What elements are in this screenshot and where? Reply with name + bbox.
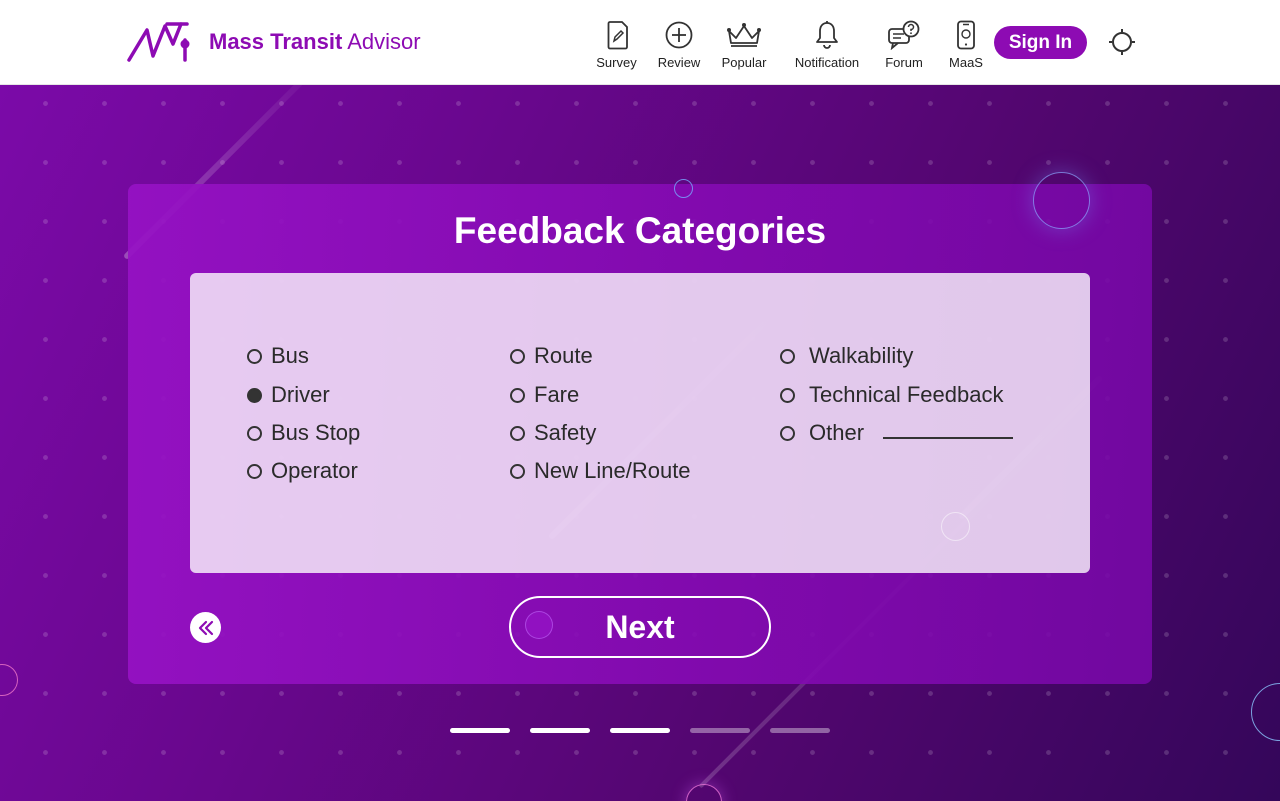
decorative-bubble (1033, 172, 1090, 229)
crown-icon (725, 18, 763, 52)
decorative-bubble (674, 179, 693, 198)
progress-step (450, 728, 510, 733)
nav-popular[interactable]: Popular (713, 18, 775, 70)
main-nav: Survey Review Popular Notification Forum (590, 18, 986, 70)
option-technical-feedback[interactable]: Technical Feedback (780, 382, 1003, 408)
nav-survey-label: Survey (596, 55, 637, 70)
progress-step (690, 728, 750, 733)
radio-technical-feedback[interactable] (780, 387, 795, 403)
option-label: Operator (271, 458, 358, 483)
radio-other[interactable] (780, 425, 795, 441)
radio-bus[interactable] (247, 348, 262, 364)
brand-name: Mass Transit (209, 29, 343, 54)
option-label: Technical Feedback (809, 382, 1004, 407)
brand-subtitle: Advisor (347, 29, 421, 54)
progress-step (530, 728, 590, 733)
option-route[interactable]: Route (510, 343, 593, 369)
radio-driver[interactable] (247, 387, 262, 403)
other-text-input[interactable] (883, 437, 1013, 439)
nav-survey[interactable]: Survey (590, 18, 643, 70)
radio-bus-stop[interactable] (247, 425, 262, 441)
progress-step (770, 728, 830, 733)
option-other[interactable]: Other (780, 420, 864, 446)
radio-walkability[interactable] (780, 348, 795, 364)
review-plus-icon (664, 18, 694, 52)
nav-forum[interactable]: Forum (879, 18, 929, 70)
nav-notification[interactable]: Notification (787, 18, 867, 70)
option-label: New Line/Route (534, 458, 691, 483)
top-header: Mass Transit Advisor Survey Review Popul… (0, 0, 1280, 85)
nav-forum-label: Forum (885, 55, 923, 70)
nav-maas-label: MaaS (949, 55, 983, 70)
option-label: Driver (271, 382, 330, 407)
option-label: Bus Stop (271, 420, 361, 445)
option-label: Other (809, 420, 865, 445)
decorative-bubble (941, 512, 970, 541)
decorative-bubble (525, 611, 553, 639)
nav-maas[interactable]: MaaS (946, 18, 986, 70)
step-progress (450, 728, 850, 733)
logo-icon (127, 22, 190, 62)
progress-step (610, 728, 670, 733)
double-chevron-left-icon (198, 620, 213, 635)
option-label: Fare (534, 382, 580, 407)
sun-icon[interactable] (1108, 28, 1136, 56)
nav-review[interactable]: Review (649, 18, 709, 70)
nav-popular-label: Popular (721, 55, 767, 70)
chat-question-icon (887, 18, 921, 52)
option-bus-stop[interactable]: Bus Stop (247, 420, 360, 446)
radio-operator[interactable] (247, 463, 262, 479)
option-label: Route (534, 343, 593, 368)
radio-fare[interactable] (510, 387, 525, 403)
feedback-card: Feedback Categories Bus Driver Bus Stop … (128, 184, 1152, 684)
radio-safety[interactable] (510, 425, 525, 441)
back-button[interactable] (190, 612, 221, 643)
option-new-line-route[interactable]: New Line/Route (510, 458, 691, 484)
feedback-title: Feedback Categories (453, 210, 827, 251)
logo-text: Mass Transit Advisor (209, 29, 421, 55)
survey-icon (604, 18, 630, 52)
option-operator[interactable]: Operator (247, 458, 358, 484)
nav-review-label: Review (657, 55, 701, 70)
phone-icon (955, 18, 977, 52)
bell-icon (814, 18, 840, 52)
logo[interactable]: Mass Transit Advisor (127, 20, 421, 64)
option-driver[interactable]: Driver (247, 382, 330, 408)
option-bus[interactable]: Bus (247, 343, 309, 369)
option-label: Safety (534, 420, 597, 445)
hero-background: Feedback Categories Bus Driver Bus Stop … (0, 85, 1280, 801)
nav-notification-label: Notification (794, 55, 860, 70)
radio-new-line-route[interactable] (510, 463, 525, 479)
radio-route[interactable] (510, 348, 525, 364)
option-label: Walkability (809, 343, 914, 368)
sign-in-button[interactable]: Sign In (994, 26, 1087, 59)
option-label: Bus (271, 343, 309, 368)
option-safety[interactable]: Safety (510, 420, 596, 446)
option-walkability[interactable]: Walkability (780, 343, 913, 369)
option-fare[interactable]: Fare (510, 382, 579, 408)
